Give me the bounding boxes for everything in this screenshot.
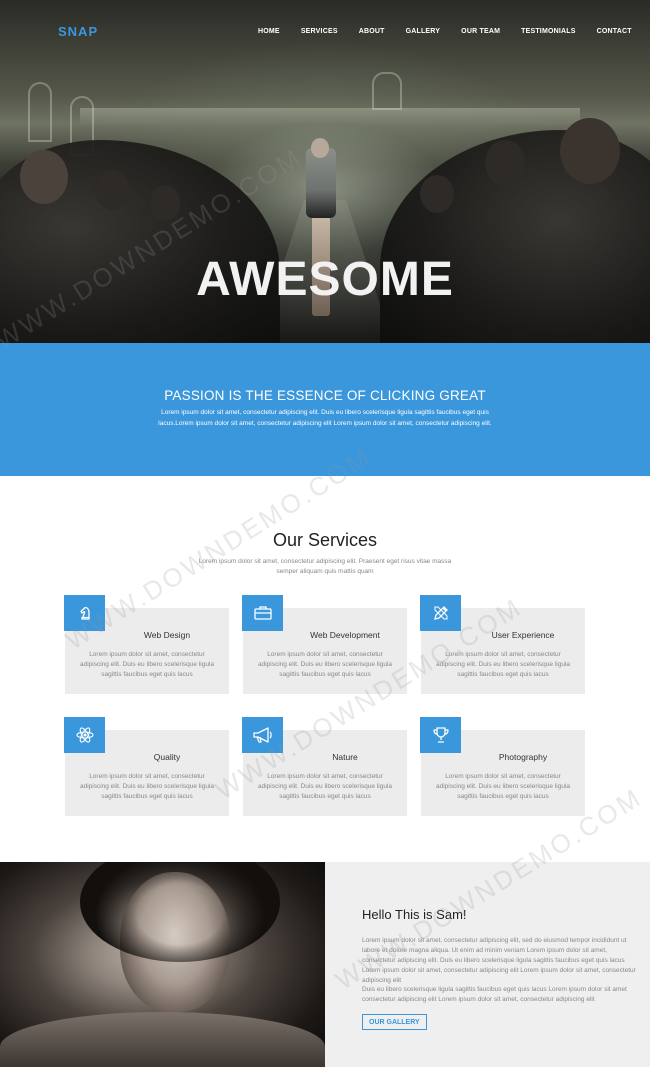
- pencil-ruler-icon: [420, 595, 461, 631]
- service-card-title: Quality: [153, 752, 181, 762]
- top-navigation: SNAP HOME SERVICES ABOUT GALLERY OUR TEA…: [0, 0, 650, 64]
- band-text: Lorem ipsum dolor sit amet, consectetur …: [158, 409, 492, 427]
- about-paragraph-1: Lorem ipsum dolor sit amet, consectetur …: [362, 937, 636, 984]
- brand-logo[interactable]: SNAP: [58, 24, 98, 39]
- passion-band: PASSION IS THE ESSENCE OF CLICKING GREAT…: [0, 343, 650, 476]
- service-card-title: Photography: [498, 752, 548, 762]
- hero-audience-head: [420, 175, 454, 213]
- services-subtitle: Lorem ipsum dolor sit amet, consectetur …: [198, 558, 452, 575]
- band-heading: PASSION IS THE ESSENCE OF CLICKING GREAT: [164, 388, 486, 403]
- about-paragraph-2: Duis eu libero scelerisque ligula sagitt…: [362, 986, 627, 1003]
- service-card-text: Lorem ipsum dolor sit amet, consectetur …: [79, 773, 215, 800]
- nav-menu: HOME SERVICES ABOUT GALLERY OUR TEAM TES…: [258, 28, 632, 35]
- service-card-text: Lorem ipsum dolor sit amet, consectetur …: [435, 651, 571, 678]
- megaphone-icon: [242, 717, 283, 753]
- portrait-hair: [80, 862, 280, 962]
- hero-window: [28, 82, 52, 142]
- nav-item-gallery[interactable]: GALLERY: [406, 28, 441, 35]
- service-card-text: Lorem ipsum dolor sit amet, consectetur …: [257, 773, 393, 800]
- service-card-title: Web Design: [143, 630, 191, 640]
- hero-audience-head: [150, 185, 180, 221]
- service-card-title: Web Development: [310, 630, 380, 640]
- our-gallery-button[interactable]: OUR GALLERY: [362, 1014, 427, 1030]
- nav-item-our-team[interactable]: OUR TEAM: [461, 28, 500, 35]
- nav-item-services[interactable]: SERVICES: [301, 28, 338, 35]
- service-card-title: Nature: [332, 752, 358, 762]
- hero-audience-head: [95, 170, 129, 210]
- nav-item-home[interactable]: HOME: [258, 28, 280, 35]
- service-card-text: Lorem ipsum dolor sit amet, consectetur …: [435, 773, 571, 800]
- hero-audience-head: [485, 140, 525, 186]
- service-card-quality[interactable]: Quality Lorem ipsum dolor sit amet, cons…: [64, 717, 229, 816]
- service-card-text: Lorem ipsum dolor sit amet, consectetur …: [257, 651, 393, 678]
- trophy-icon: [420, 717, 461, 753]
- service-card-text: Lorem ipsum dolor sit amet, consectetur …: [79, 651, 215, 678]
- hero-model-head: [311, 138, 329, 158]
- hero-model-body: [306, 148, 336, 218]
- portrait-arm: [0, 1012, 325, 1067]
- about-heading: Hello This is Sam!: [362, 907, 467, 922]
- hero-title: AWESOME: [196, 253, 454, 306]
- portrait-photo: [0, 862, 325, 1067]
- service-card-photography[interactable]: Photography Lorem ipsum dolor sit amet, …: [420, 717, 585, 816]
- service-card-web-design[interactable]: Web Design Lorem ipsum dolor sit amet, c…: [64, 595, 229, 694]
- service-card-user-experience[interactable]: User Experience Lorem ipsum dolor sit am…: [420, 595, 585, 694]
- service-card-title: User Experience: [491, 630, 555, 640]
- hero-window: [372, 72, 402, 110]
- services-title: Our Services: [272, 530, 378, 550]
- hero-audience-head: [560, 118, 620, 184]
- nav-item-about[interactable]: ABOUT: [359, 28, 385, 35]
- service-card-web-development[interactable]: Web Development Lorem ipsum dolor sit am…: [242, 595, 407, 694]
- nav-item-testimonials[interactable]: TESTIMONIALS: [521, 28, 576, 35]
- briefcase-icon: [242, 595, 283, 631]
- chess-knight-icon: [64, 595, 105, 631]
- hero-banner: SNAP HOME SERVICES ABOUT GALLERY OUR TEA…: [0, 0, 650, 343]
- about-section: Hello This is Sam! Lorem ipsum dolor sit…: [325, 862, 650, 1067]
- service-card-nature[interactable]: Nature Lorem ipsum dolor sit amet, conse…: [242, 717, 407, 816]
- hero-audience-head: [20, 150, 68, 204]
- atom-icon: [64, 717, 105, 753]
- hero-balcony: [80, 108, 580, 126]
- nav-item-contact[interactable]: CONTACT: [597, 28, 632, 35]
